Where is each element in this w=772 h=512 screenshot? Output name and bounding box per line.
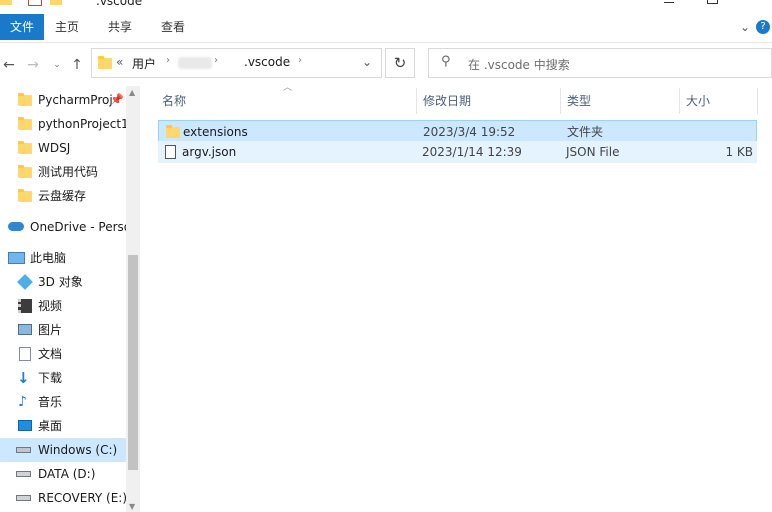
document-icon [19,347,31,361]
path-overflow[interactable]: « [116,55,123,69]
scroll-down-icon[interactable]: ▼ [129,502,135,511]
folder-icon [18,93,32,106]
json-file-icon [165,145,176,159]
column-divider[interactable] [757,88,758,114]
column-divider[interactable] [560,88,561,114]
sidebar-item-documents[interactable]: 文档 [0,342,126,366]
help-icon[interactable]: ? [756,20,770,34]
forward-arrow-icon[interactable]: → [24,57,42,73]
column-divider[interactable] [679,88,680,114]
sidebar-item-pictures[interactable]: 图片 [0,318,126,342]
breadcrumb-users[interactable]: 用户 [132,55,156,72]
folder-icon [0,0,12,5]
refresh-button[interactable]: ↻ [385,48,415,78]
file-modified: 2023/1/14 12:39 [422,145,522,159]
refresh-icon: ↻ [393,54,407,72]
file-type: 文件夹 [567,125,604,139]
sidebar-item-wdsj[interactable]: WDSJ [0,136,126,160]
ribbon: 文件 主页 共享 查看 ⌄ ? [0,14,772,43]
desktop-icon [18,420,32,431]
sidebar-item-pycharmproj[interactable]: PycharmProj 📌 [0,88,126,112]
breadcrumb-user-redacted[interactable] [178,57,212,69]
breadcrumb-separator-icon[interactable]: › [166,55,170,66]
sidebar-item-pythonproject1[interactable]: pythonProject1 [0,112,126,136]
breadcrumb-vscode[interactable]: .vscode [244,55,290,69]
folder-icon [18,189,32,202]
breadcrumb-separator-icon[interactable]: › [214,55,218,66]
sidebar-scrollbar-thumb[interactable] [128,255,138,470]
sort-ascending-icon: ︿ [283,83,293,93]
column-header-modified[interactable]: 修改日期 [423,88,471,114]
search-placeholder: 在 .vscode 中搜索 [468,58,570,72]
navigation-pane: PycharmProj 📌 pythonProject1 WDSJ 测试用代码 … [0,86,140,512]
sidebar-item-desktop[interactable]: 桌面 [0,414,126,438]
cube-icon [17,274,33,290]
cloud-icon [8,222,24,231]
sidebar-item-this-pc[interactable]: 此电脑 [0,246,126,270]
column-header-size[interactable]: 大小 [686,88,710,114]
window-title: .vscode [96,0,143,8]
sidebar-item-downloads[interactable]: ↓ 下载 [0,366,126,390]
drive-icon [16,447,31,453]
column-header-name[interactable]: 名称 [162,88,186,114]
drive-icon [16,471,31,477]
video-icon [18,299,32,313]
drive-icon [16,495,31,501]
tab-share[interactable]: 共享 [96,14,144,40]
sidebar-item-data-d[interactable]: DATA (D:) [0,462,126,486]
file-name: argv.json [182,145,237,159]
recent-locations-chevron-icon[interactable]: ⌄ [48,57,66,73]
up-arrow-icon[interactable]: ↑ [68,57,86,73]
column-divider[interactable] [416,88,417,114]
title-bar: ▾ .vscode ✕ [0,0,772,14]
folder-icon [18,117,32,130]
file-row[interactable]: extensions 2023/3/4 19:52 文件夹 [158,120,757,142]
folder-icon [18,141,32,154]
file-name: extensions [183,125,248,139]
address-dropdown-icon[interactable]: ⌄ [362,55,372,69]
sidebar-item-videos[interactable]: 视频 [0,294,126,318]
download-icon: ↓ [17,369,30,387]
address-bar[interactable]: « 用户 › › .vscode › ⌄ [91,48,382,78]
new-folder-icon[interactable] [50,0,62,5]
folder-icon [98,56,112,69]
sidebar-item-music[interactable]: ♪ 音乐 [0,390,126,414]
pin-icon: 📌 [110,93,124,106]
sidebar-item-onedrive[interactable]: OneDrive - Perso [0,215,126,239]
close-icon[interactable]: ✕ [750,0,770,12]
tab-view[interactable]: 查看 [149,14,197,40]
computer-icon [8,252,25,264]
folder-icon [18,165,32,178]
file-size: 1 KB [725,145,753,159]
scroll-up-icon[interactable]: ▲ [129,88,135,97]
sidebar-item-3d-objects[interactable]: 3D 对象 [0,270,126,294]
tab-file[interactable]: 文件 [0,14,45,40]
column-header-type[interactable]: 类型 [567,88,591,114]
picture-icon [18,324,32,335]
checklist-icon[interactable] [28,0,42,6]
sidebar-item-windows-c[interactable]: Windows (C:) [0,438,126,462]
search-icon: ⚲ [441,54,451,69]
file-type: JSON File [566,145,620,159]
breadcrumb-separator-icon[interactable]: › [298,55,302,66]
file-row[interactable]: argv.json 2023/1/14 12:39 JSON File 1 KB [158,141,757,163]
search-box[interactable]: ⚲ 在 .vscode 中搜索 [428,48,772,78]
file-modified: 2023/3/4 19:52 [423,125,516,139]
ribbon-expand-icon[interactable]: ⌄ [740,20,750,34]
folder-icon [166,125,180,138]
tab-home[interactable]: 主页 [43,14,91,40]
quick-access-dropdown-icon[interactable]: ▾ [69,0,74,3]
back-arrow-icon[interactable]: ← [0,57,18,73]
music-icon: ♪ [18,394,27,410]
sidebar-item-cloud-cache[interactable]: 云盘缓存 [0,184,126,208]
sidebar-item-recovery-e[interactable]: RECOVERY (E:) [0,486,126,510]
maximize-icon[interactable] [705,0,725,12]
minimize-icon[interactable] [660,0,680,12]
sidebar-item-test-code[interactable]: 测试用代码 [0,160,126,184]
